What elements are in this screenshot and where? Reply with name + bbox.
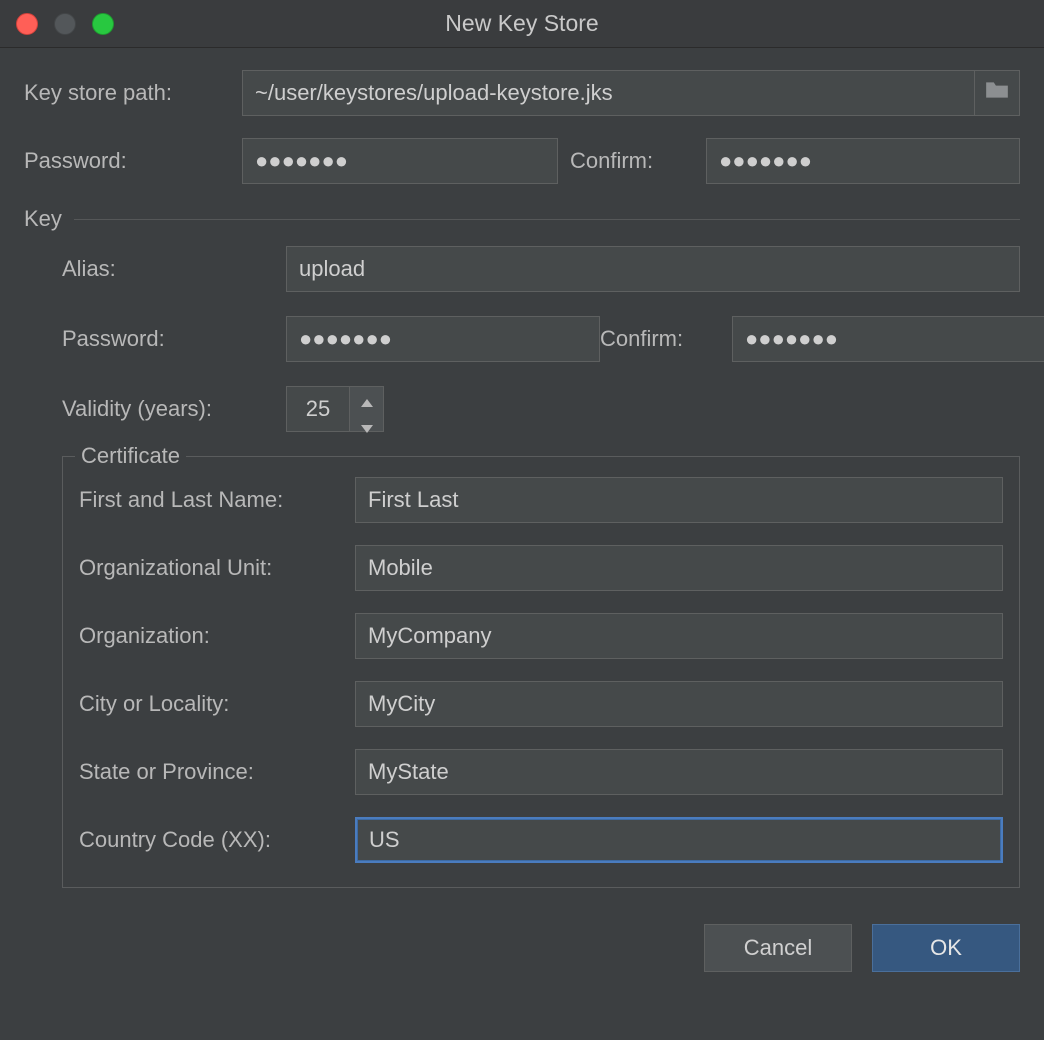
confirm-label: Confirm: <box>570 148 706 174</box>
folder-icon <box>984 80 1010 106</box>
key-store-path-field-wrap <box>242 70 1020 116</box>
key-section-label: Key <box>24 206 62 232</box>
certificate-group: Certificate First and Last Name: Organiz… <box>62 456 1020 888</box>
stepper-up[interactable] <box>350 387 383 413</box>
alias-label: Alias: <box>62 256 286 282</box>
key-section-header: Key <box>24 206 1020 232</box>
certificate-legend: Certificate <box>75 443 186 469</box>
titlebar: New Key Store <box>0 0 1044 48</box>
confirm-input[interactable] <box>706 138 1020 184</box>
country-input[interactable] <box>355 817 1003 863</box>
alias-input[interactable] <box>286 246 1020 292</box>
key-store-path-input[interactable] <box>242 70 974 116</box>
stepper-down[interactable] <box>350 413 383 439</box>
chevron-up-icon <box>361 387 373 413</box>
organization-input[interactable] <box>355 613 1003 659</box>
state-input[interactable] <box>355 749 1003 795</box>
password-input[interactable] <box>242 138 558 184</box>
key-confirm-input[interactable] <box>732 316 1044 362</box>
validity-stepper[interactable] <box>286 386 384 432</box>
first-last-input[interactable] <box>355 477 1003 523</box>
window-title: New Key Store <box>0 10 1044 37</box>
key-password-label: Password: <box>62 326 286 352</box>
browse-button[interactable] <box>974 70 1020 116</box>
org-unit-label: Organizational Unit: <box>79 555 355 581</box>
divider <box>74 219 1020 220</box>
first-last-label: First and Last Name: <box>79 487 355 513</box>
organization-label: Organization: <box>79 623 355 649</box>
key-store-path-label: Key store path: <box>24 80 242 106</box>
state-label: State or Province: <box>79 759 355 785</box>
chevron-down-icon <box>361 413 373 439</box>
city-input[interactable] <box>355 681 1003 727</box>
org-unit-input[interactable] <box>355 545 1003 591</box>
ok-button[interactable]: OK <box>872 924 1020 972</box>
password-label: Password: <box>24 148 242 174</box>
key-confirm-label: Confirm: <box>600 326 732 352</box>
key-password-input[interactable] <box>286 316 600 362</box>
validity-input[interactable] <box>286 386 350 432</box>
country-label: Country Code (XX): <box>79 827 355 853</box>
validity-label: Validity (years): <box>62 396 286 422</box>
city-label: City or Locality: <box>79 691 355 717</box>
cancel-button[interactable]: Cancel <box>704 924 852 972</box>
